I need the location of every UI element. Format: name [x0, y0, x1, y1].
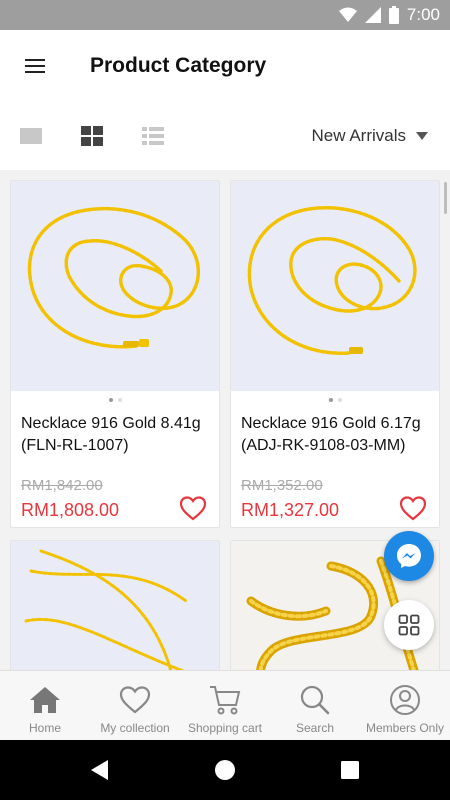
nav-label: Shopping cart — [187, 721, 263, 735]
hamburger-menu-icon[interactable] — [22, 54, 48, 78]
messenger-chat-button[interactable] — [384, 531, 434, 581]
system-navigation-bar — [0, 740, 450, 800]
battery-icon — [388, 6, 399, 24]
sale-price: RM1,327.00 — [241, 500, 340, 520]
nav-search[interactable]: Search — [270, 671, 360, 740]
bottom-navigation: Home My collection Shopping cart Search … — [0, 670, 450, 740]
cart-icon — [208, 684, 242, 716]
back-icon[interactable] — [88, 758, 112, 782]
nav-shopping-cart[interactable]: Shopping cart — [180, 671, 270, 740]
page-title: Product Category — [90, 54, 267, 77]
price-row: RM1,808.00 — [11, 495, 219, 525]
status-bar: 7:00 — [0, 0, 450, 30]
messenger-icon — [397, 544, 421, 568]
list-view-icon[interactable] — [140, 124, 166, 148]
product-card[interactable]: Necklace 916 Gold 8.41g (FLN-RL-1007) RM… — [10, 180, 220, 528]
view-toolbar: New Arrivals — [0, 102, 450, 170]
signal-icon — [364, 7, 381, 23]
app-bar: Product Category — [0, 30, 450, 102]
home-circle-icon[interactable] — [213, 758, 237, 782]
sale-price: RM1,808.00 — [21, 500, 120, 520]
user-icon — [388, 684, 422, 716]
image-pagination — [11, 391, 219, 409]
product-name: Necklace 916 Gold 6.17g (ADJ-RK-9108-03-… — [241, 415, 421, 454]
status-time: 7:00 — [406, 5, 440, 24]
original-price: RM1,842.00 — [21, 477, 103, 494]
category-grid-button[interactable] — [384, 600, 434, 650]
product-card[interactable]: Necklace 916 Gold 6.17g (ADJ-RK-9108-03-… — [230, 180, 440, 528]
grid-view-icon[interactable] — [79, 124, 105, 148]
product-image — [11, 181, 219, 391]
nav-home[interactable]: Home — [0, 671, 90, 740]
price-row: RM1,327.00 — [231, 495, 439, 525]
home-icon — [28, 684, 62, 716]
heart-icon[interactable] — [399, 495, 427, 521]
heart-icon — [118, 684, 152, 716]
wifi-icon — [338, 7, 357, 22]
gold-chain-necklace-image — [27, 206, 201, 349]
search-icon — [298, 684, 332, 716]
sort-label: New Arrivals — [311, 126, 406, 145]
sort-dropdown[interactable]: New Arrivals — [312, 126, 428, 146]
nav-my-collection[interactable]: My collection — [90, 671, 180, 740]
product-image — [11, 541, 219, 670]
nav-label: Members Only — [365, 721, 445, 735]
recents-icon[interactable] — [338, 758, 362, 782]
product-image — [231, 181, 439, 391]
heart-icon[interactable] — [179, 495, 207, 521]
original-price: RM1,352.00 — [241, 477, 323, 494]
image-pagination — [231, 391, 439, 409]
dropdown-arrow-icon — [416, 132, 428, 140]
gold-chain-necklace-image — [24, 549, 188, 670]
product-card[interactable] — [10, 540, 220, 670]
product-name: Necklace 916 Gold 8.41g (FLN-RL-1007) — [21, 415, 201, 454]
nav-label: Home — [28, 721, 61, 735]
nav-label: My collection — [100, 721, 170, 735]
grid-menu-icon — [398, 614, 420, 636]
single-view-icon[interactable] — [18, 124, 44, 148]
status-icons: 7:00 — [338, 5, 440, 25]
gold-chain-necklace-image — [247, 206, 417, 355]
scrollbar-thumb[interactable] — [444, 182, 447, 214]
product-grid: Necklace 916 Gold 8.41g (FLN-RL-1007) RM… — [10, 180, 440, 670]
nav-label: Search — [295, 721, 335, 735]
nav-members-only[interactable]: Members Only — [360, 671, 450, 740]
